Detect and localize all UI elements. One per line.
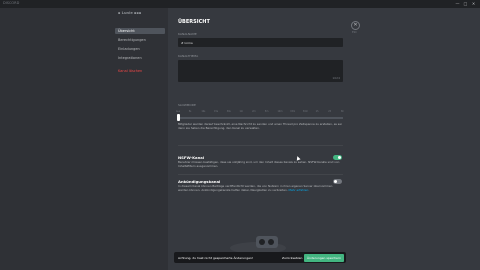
slowmode-slider-handle[interactable] <box>177 114 180 121</box>
maximize-icon[interactable]: □ <box>463 1 468 6</box>
minimize-icon[interactable]: — <box>455 1 460 6</box>
unsaved-changes-bar: Achtung, du hast nicht gespeicherte Ände… <box>174 252 346 263</box>
page-title: ÜBERSICHT <box>178 19 210 25</box>
esc-label: ESC <box>352 31 357 34</box>
sidebar-item-delete-channel[interactable]: Kanal löschen <box>115 68 165 74</box>
announcement-toggle[interactable] <box>333 179 342 184</box>
sidebar-item-invites[interactable]: Einladungen <box>115 46 165 52</box>
close-icon[interactable]: ✕ <box>471 1 476 6</box>
close-icon: ✕ <box>353 22 358 28</box>
topic-char-counter: 1024 <box>332 76 340 80</box>
toggle-knob <box>334 180 337 183</box>
close-settings-button[interactable]: ✕ <box>351 21 360 30</box>
save-changes-button[interactable]: Änderungen speichern <box>304 253 344 262</box>
slowmode-tick-label: 15m <box>290 110 296 113</box>
sidebar-item-overview[interactable]: Übersicht <box>115 28 165 34</box>
slowmode-tick-label: Aus <box>176 110 181 113</box>
slowmode-tick-label: 2m <box>252 110 256 113</box>
slowmode-tick-label: 5s <box>188 110 192 113</box>
announcement-description: In diesem Kanal können Beiträge veröffen… <box>178 184 340 192</box>
slowmode-tick-label: 6h <box>341 110 344 113</box>
slowmode-tick-label: 10m <box>277 110 283 113</box>
announcement-description-text: In diesem Kanal können Beiträge veröffen… <box>178 184 333 192</box>
settings-content <box>168 8 480 270</box>
divider <box>178 174 343 175</box>
channel-name-label: Kanalname <box>178 32 197 36</box>
slowmode-tick-label: 1h <box>315 110 319 113</box>
decorative-illustration <box>230 236 286 252</box>
channel-name-value: # loima <box>181 40 193 45</box>
slowmode-label: Slowmode <box>178 103 196 107</box>
slowmode-tick-label: 1m <box>239 110 243 113</box>
learn-more-link[interactable]: Mehr erfahren <box>289 188 309 192</box>
app-title: DISCORD <box>3 1 20 5</box>
divider <box>178 145 343 146</box>
sidebar-item-integrations[interactable]: Integrationen <box>115 55 165 61</box>
slowmode-slider-track[interactable] <box>178 117 343 119</box>
channel-topic-label: Kanalthema <box>178 54 199 58</box>
slowmode-tick-label: 30m <box>302 110 308 113</box>
toggle-knob <box>338 156 341 159</box>
channel-name-input[interactable]: # loima <box>178 38 343 47</box>
slowmode-tick-label: 2h <box>328 110 332 113</box>
slowmode-tick-label: 30s <box>226 110 231 113</box>
reset-button[interactable]: Zurücksetzen <box>282 256 302 260</box>
title-bar: DISCORD — □ ✕ <box>0 0 480 8</box>
slowmode-tick-label: 10s <box>201 110 206 113</box>
nsfw-description: Benutzer müssen bestätigen, dass sie vol… <box>178 160 340 168</box>
slowmode-tick-label: 15s <box>214 110 218 113</box>
sidebar-header: ▪ Lunie ▪▪▪ <box>118 11 142 15</box>
slowmode-tick-label: 5m <box>264 110 269 113</box>
sidebar-item-permissions[interactable]: Berechtigungen <box>115 37 165 43</box>
channel-topic-input[interactable]: 1024 <box>178 60 343 82</box>
slowmode-description: Mitglieder werden darauf beschränkt, ein… <box>178 122 342 130</box>
unsaved-changes-text: Achtung, du hast nicht gespeicherte Ände… <box>178 255 254 260</box>
